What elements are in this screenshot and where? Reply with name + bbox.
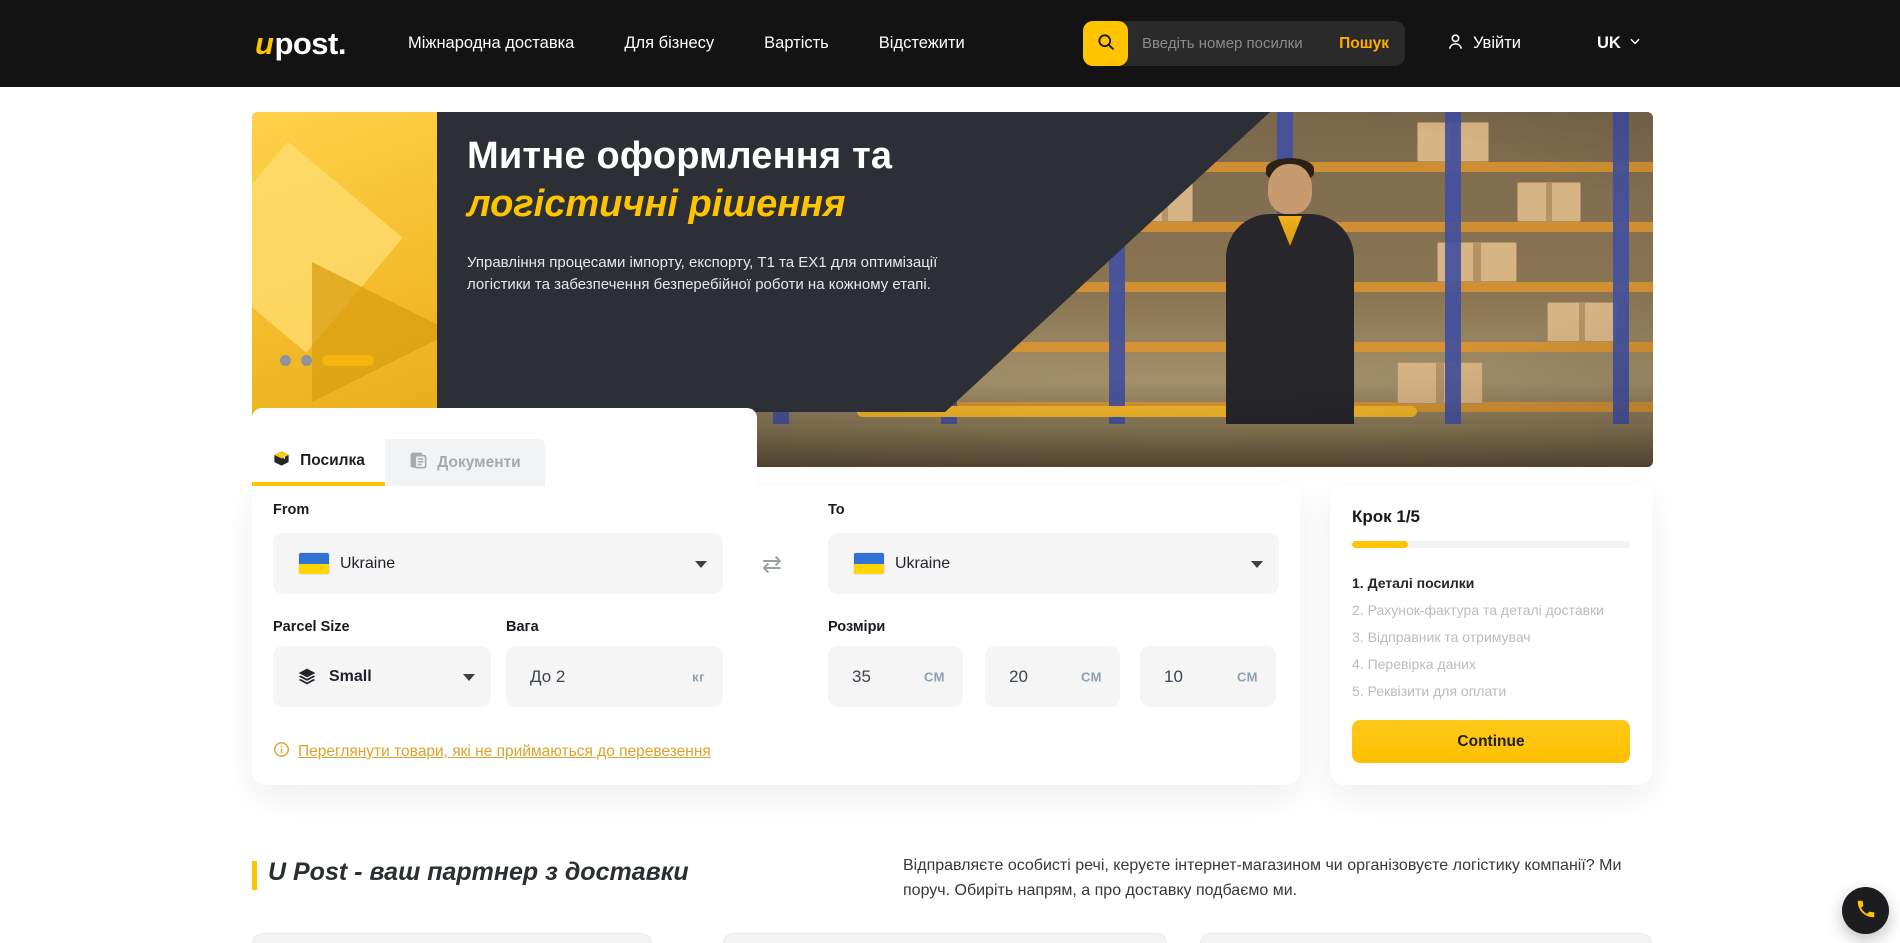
restricted-items-link[interactable]: Переглянути товари, які не приймаються д… xyxy=(273,741,711,763)
package-shape xyxy=(312,262,452,402)
nav-link-international[interactable]: Міжнародна доставка xyxy=(408,34,574,53)
shipment-form-card: From Ukraine ⇄ To Ukraine Parcel Size Sm… xyxy=(252,485,1300,785)
dimension-width-field: СМ xyxy=(985,646,1120,707)
nav-link-track[interactable]: Відстежити xyxy=(879,34,965,53)
chevron-down-icon xyxy=(1628,34,1642,53)
step-item-2: 2. Рахунок-фактура та деталі доставки xyxy=(1352,597,1630,624)
step-item-3: 3. Відправник та отримувач xyxy=(1352,624,1630,651)
language-code: UK xyxy=(1597,34,1621,53)
tracking-search: Пошук xyxy=(1083,21,1405,66)
hero-title-line1: Митне оформлення та xyxy=(467,132,1027,180)
parcel-size-label: Parcel Size xyxy=(273,619,350,635)
weight-input[interactable] xyxy=(506,667,723,687)
tab-shelf: Посилка Документи xyxy=(252,408,757,486)
hero-subtitle: Управління процесами імпорту, експорту, … xyxy=(467,252,972,296)
steps-panel: Крок 1/5 1. Деталі посилки 2. Рахунок-фа… xyxy=(1330,485,1652,785)
hero-title-line2: логістичні рішення xyxy=(467,180,1027,228)
tab-parcel-label: Посилка xyxy=(300,452,365,470)
nav-link-business[interactable]: Для бізнесу xyxy=(624,34,714,53)
tab-documents[interactable]: Документи xyxy=(385,439,545,486)
step-item-4: 4. Перевірка даних xyxy=(1352,651,1630,678)
progress-bar xyxy=(1352,541,1630,548)
restricted-items-link-label: Переглянути товари, які не приймаються д… xyxy=(298,743,711,761)
phone-icon xyxy=(1855,898,1877,923)
dimension-height-field: СМ xyxy=(1140,646,1276,707)
dimension-unit: СМ xyxy=(1237,669,1258,684)
carousel-indicators xyxy=(280,355,374,366)
caret-down-icon xyxy=(463,674,475,681)
step-item-5: 5. Реквізити для оплати xyxy=(1352,678,1630,705)
to-select[interactable]: Ukraine xyxy=(828,533,1279,594)
top-navbar: u post. Міжнародна доставка Для бізнесу … xyxy=(0,0,1900,87)
main-nav: Міжнародна доставка Для бізнесу Вартість… xyxy=(408,0,965,87)
section-heading: U Post - ваш партнер з доставки xyxy=(268,858,689,887)
ukraine-flag-icon xyxy=(854,553,884,574)
layers-icon xyxy=(297,667,317,687)
dimensions-label: Розміри xyxy=(828,619,885,635)
to-value: Ukraine xyxy=(895,555,950,573)
heading-accent-bar xyxy=(252,861,257,890)
carousel-dot[interactable] xyxy=(280,355,291,366)
hero-text-block: Митне оформлення та логістичні рішення У… xyxy=(467,132,1027,296)
shipment-tabs: Посилка Документи xyxy=(252,439,545,486)
search-submit-button[interactable]: Пошук xyxy=(1335,35,1405,53)
dimension-unit: СМ xyxy=(924,669,945,684)
dimension-length-field: СМ xyxy=(828,646,963,707)
step-item-1: 1. Деталі посилки xyxy=(1352,570,1630,597)
from-label: From xyxy=(273,502,309,518)
from-select[interactable]: Ukraine xyxy=(273,533,723,594)
search-icon-button[interactable] xyxy=(1083,21,1128,66)
parcel-size-select[interactable]: Small xyxy=(273,646,491,707)
nav-link-pricing[interactable]: Вартість xyxy=(764,34,829,53)
to-label: To xyxy=(828,502,845,518)
dimension-unit: СМ xyxy=(1081,669,1102,684)
login-label: Увійти xyxy=(1473,34,1521,53)
direction-card[interactable] xyxy=(252,933,652,943)
from-value: Ukraine xyxy=(340,555,395,573)
weight-field: кг xyxy=(506,646,723,707)
carousel-dot[interactable] xyxy=(301,355,312,366)
tab-parcel[interactable]: Посилка xyxy=(252,439,385,486)
caret-down-icon xyxy=(695,561,707,568)
search-icon xyxy=(1096,32,1116,55)
carousel-active-indicator[interactable] xyxy=(322,355,374,366)
phone-contact-button[interactable] xyxy=(1842,887,1889,934)
section-description: Відправляєте особисті речі, керуєте інте… xyxy=(903,853,1668,903)
direction-card[interactable] xyxy=(723,933,1167,943)
ukraine-flag-icon xyxy=(299,553,329,574)
direction-card[interactable] xyxy=(1200,933,1652,943)
caret-down-icon xyxy=(1251,561,1263,568)
weight-unit: кг xyxy=(692,669,705,684)
steps-title: Крок 1/5 xyxy=(1352,507,1630,527)
info-icon xyxy=(273,741,290,763)
parcel-size-value: Small xyxy=(329,668,372,686)
logo-accent: u xyxy=(255,26,273,62)
login-button[interactable]: Увійти xyxy=(1446,0,1521,87)
progress-fill xyxy=(1352,541,1408,548)
documents-icon xyxy=(409,451,428,475)
language-selector[interactable]: UK xyxy=(1597,0,1642,87)
continue-button[interactable]: Continue xyxy=(1352,720,1630,763)
swap-direction-icon[interactable]: ⇄ xyxy=(762,550,782,579)
search-input[interactable] xyxy=(1128,35,1335,52)
logo[interactable]: u post. xyxy=(255,0,346,87)
steps-list: 1. Деталі посилки 2. Рахунок-фактура та … xyxy=(1352,570,1630,705)
user-icon xyxy=(1446,32,1465,56)
logo-text: post. xyxy=(274,26,346,62)
weight-label: Вага xyxy=(506,619,539,635)
parcel-icon xyxy=(272,449,291,473)
tab-documents-label: Документи xyxy=(437,454,520,472)
